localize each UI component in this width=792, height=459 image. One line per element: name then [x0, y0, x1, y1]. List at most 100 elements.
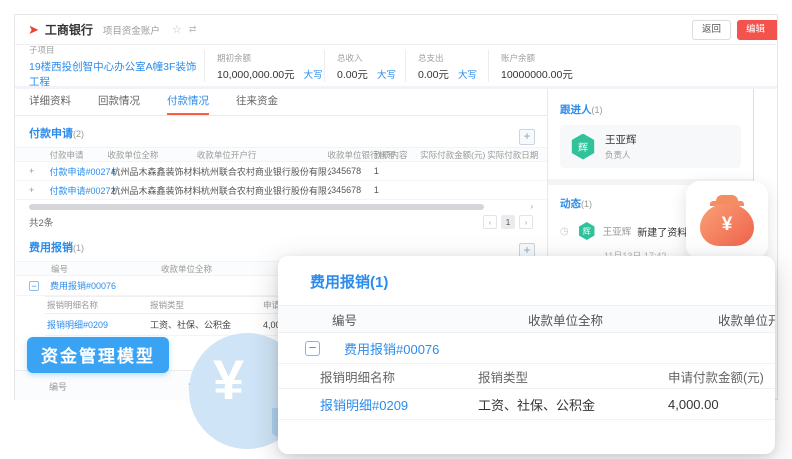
popup-expense-row[interactable]: − 费用报销#00076	[278, 333, 775, 364]
followers-title: 跟进人(1)	[560, 102, 741, 117]
daxie-link[interactable]: 大写	[304, 70, 323, 81]
favorite-star-icon[interactable]: ☆	[172, 23, 182, 36]
avatar: 辉	[578, 222, 596, 240]
payment-row[interactable]: + 付款申请#00274 杭州品木森鑫装饰材料有限公司 杭州联合农村商业银行股份…	[15, 162, 547, 181]
tab-detail[interactable]: 详细资料	[29, 89, 71, 115]
col-expense-type: 报销类型	[478, 367, 668, 386]
avatar: 辉	[570, 134, 596, 160]
next-page-button[interactable]: ›	[519, 215, 533, 229]
payment-id-link[interactable]: 付款申请#00274	[49, 165, 111, 178]
popup-detail-row[interactable]: 报销明细#0209 工资、社保、公积金 4,000.00	[278, 389, 775, 420]
field-label: 子项目	[29, 44, 204, 56]
payment-row[interactable]: + 付款申请#00272 杭州品木森鑫装饰材料有限公司 杭州联合农村商业银行股份…	[15, 181, 547, 200]
detail-id-link[interactable]: 报销明细#0209	[320, 395, 478, 414]
col-payment-id: 付款申请	[50, 149, 108, 161]
brand-arrow-icon: ➤	[28, 22, 39, 38]
payment-request-section: 付款申请(2) + 付款申请 收款单位全称 收款单位开户行 收款单位银行帐号 款…	[15, 125, 547, 229]
field-value: 0.00元大写	[337, 67, 405, 82]
tab-payment[interactable]: 付款情况	[167, 89, 209, 115]
col-expense-id: 编号	[51, 263, 161, 275]
field-label: 总支出	[418, 52, 488, 64]
popup-subtable-header: 报销明细名称 报销类型 申请付款金额(元)	[278, 364, 775, 389]
payment-content: 1	[374, 166, 421, 176]
field-value: 0.00元大写	[418, 67, 488, 82]
subproject-link[interactable]: 19楼西投创智中心办公室A幢3F装饰工程	[29, 59, 204, 89]
request-amount: 4,000.00	[668, 397, 775, 412]
field-value: 10000000.00元	[501, 67, 777, 82]
field-total-income: 总收入 0.00元大写	[324, 50, 405, 82]
popup-title: 费用报销(1)	[310, 271, 775, 292]
field-total-expense: 总支出 0.00元大写	[405, 50, 488, 82]
payee-account: 345678	[331, 185, 374, 195]
payee-account: 345678	[331, 166, 374, 176]
payee-bank: 杭州联合农村商业银行股份有限公司半山支行	[201, 184, 331, 197]
current-page[interactable]: 1	[501, 215, 515, 229]
expense-type: 工资、社保、公积金	[478, 395, 668, 414]
scroll-right-icon[interactable]: ›	[530, 202, 533, 211]
col-payee-name: 收款单位全称	[528, 310, 718, 329]
screenshot-root: ➤ 工商银行 项目资金账户 ☆ ⇄ 返回 编辑 子项目 19楼西投创智中心办公室…	[0, 0, 792, 459]
expense-id-link[interactable]: 费用报销#00076	[50, 279, 116, 292]
payee-name: 杭州品木森鑫装饰材料有限公司	[111, 165, 200, 178]
field-subproject: 子项目 19楼西投创智中心办公室A幢3F装饰工程	[29, 42, 204, 89]
expense-popup: 费用报销(1) 编号 收款单位全称 收款单位开户行 − 费用报销#00076 报…	[278, 256, 775, 454]
account-title: 工商银行	[45, 21, 93, 38]
col-detail-name: 报销明细名称	[47, 299, 150, 311]
field-value: 10,000,000.00元大写	[217, 67, 324, 82]
daxie-link[interactable]: 大写	[458, 70, 477, 81]
activity-action: 新建了资料	[637, 224, 687, 239]
field-label: 期初余额	[217, 52, 324, 64]
collapse-icon[interactable]: −	[305, 341, 320, 356]
payee-name: 杭州品木森鑫装饰材料有限公司	[111, 184, 200, 197]
field-label: 总收入	[337, 52, 405, 64]
payment-total-count: 共2条	[29, 215, 53, 229]
payment-content: 1	[374, 185, 421, 195]
tab-repayment[interactable]: 回款情况	[98, 89, 140, 115]
col-expense-id: 编号	[332, 310, 528, 329]
col-payee-bank: 收款单位开户行	[197, 149, 328, 161]
prev-page-button[interactable]: ‹	[483, 215, 497, 229]
pagination: ‹ 1 ›	[483, 215, 533, 229]
daxie-link[interactable]: 大写	[377, 70, 396, 81]
field-label: 账户余额	[501, 52, 777, 64]
yuan-symbol-icon: ¥	[213, 347, 244, 412]
scrollbar-thumb[interactable]	[29, 204, 484, 210]
col-payee-account: 收款单位银行帐号	[327, 149, 373, 161]
col-expense-type: 报销类型	[150, 299, 263, 311]
expand-icon[interactable]: +	[29, 185, 49, 195]
back-button[interactable]: 返回	[692, 20, 731, 40]
moneybag-card: ¥	[686, 181, 768, 259]
payee-bank: 杭州联合农村商业银行股份有限公司半山支行	[201, 165, 331, 178]
detail-id-link[interactable]: 报销明细#0209	[47, 318, 150, 331]
payment-section-title: 付款申请(2)	[29, 125, 533, 141]
col-detail-name: 报销明细名称	[320, 367, 478, 386]
tab-bar: 详细资料 回款情况 付款情况 往来资金	[15, 89, 547, 116]
payment-id-link[interactable]: 付款申请#00272	[49, 184, 111, 197]
expense-section-title: 费用报销(1)	[29, 239, 533, 255]
popup-table-header: 编号 收款单位全称 收款单位开户行	[278, 305, 775, 333]
expense-id-link[interactable]: 费用报销#00076	[344, 339, 439, 358]
switch-view-icon[interactable]: ⇄	[189, 24, 197, 35]
collapse-icon[interactable]: −	[29, 281, 39, 291]
account-summary: 子项目 19楼西投创智中心办公室A幢3F装饰工程 期初余额 10,000,000…	[15, 45, 777, 86]
breadcrumb: 项目资金账户	[103, 23, 160, 37]
expense-type: 工资、社保、公积金	[150, 318, 263, 331]
col-actual-amount: 实际付款金额(元)	[420, 149, 487, 161]
module-badge: 资金管理模型	[27, 337, 169, 373]
payment-table-header: 付款申请 收款单位全称 收款单位开户行 收款单位银行帐号 款项内容 实际付款金额…	[15, 147, 547, 162]
tab-transactions[interactable]: 往来资金	[236, 89, 278, 115]
field-opening-balance: 期初余额 10,000,000.00元大写	[204, 50, 324, 82]
activity-user: 王亚辉	[603, 224, 632, 238]
top-bar: ➤ 工商银行 项目资金账户 ☆ ⇄ 返回 编辑	[15, 15, 777, 45]
col-request-amount: 申请付款金额(元)	[668, 367, 775, 386]
col-payee-name: 收款单位全称	[107, 149, 197, 161]
horizontal-scrollbar[interactable]: ›	[29, 204, 533, 210]
field-account-balance: 账户余额 10000000.00元	[488, 50, 777, 82]
col-id: 编号	[49, 380, 188, 400]
follower-card[interactable]: 辉 王亚辉 负责人	[560, 125, 741, 168]
add-payment-button[interactable]: +	[519, 129, 535, 145]
col-payee-name: 收款单位全称	[161, 263, 285, 275]
col-content: 款项内容	[373, 149, 420, 161]
expand-icon[interactable]: +	[29, 166, 49, 176]
edit-button[interactable]: 编辑	[737, 20, 777, 40]
